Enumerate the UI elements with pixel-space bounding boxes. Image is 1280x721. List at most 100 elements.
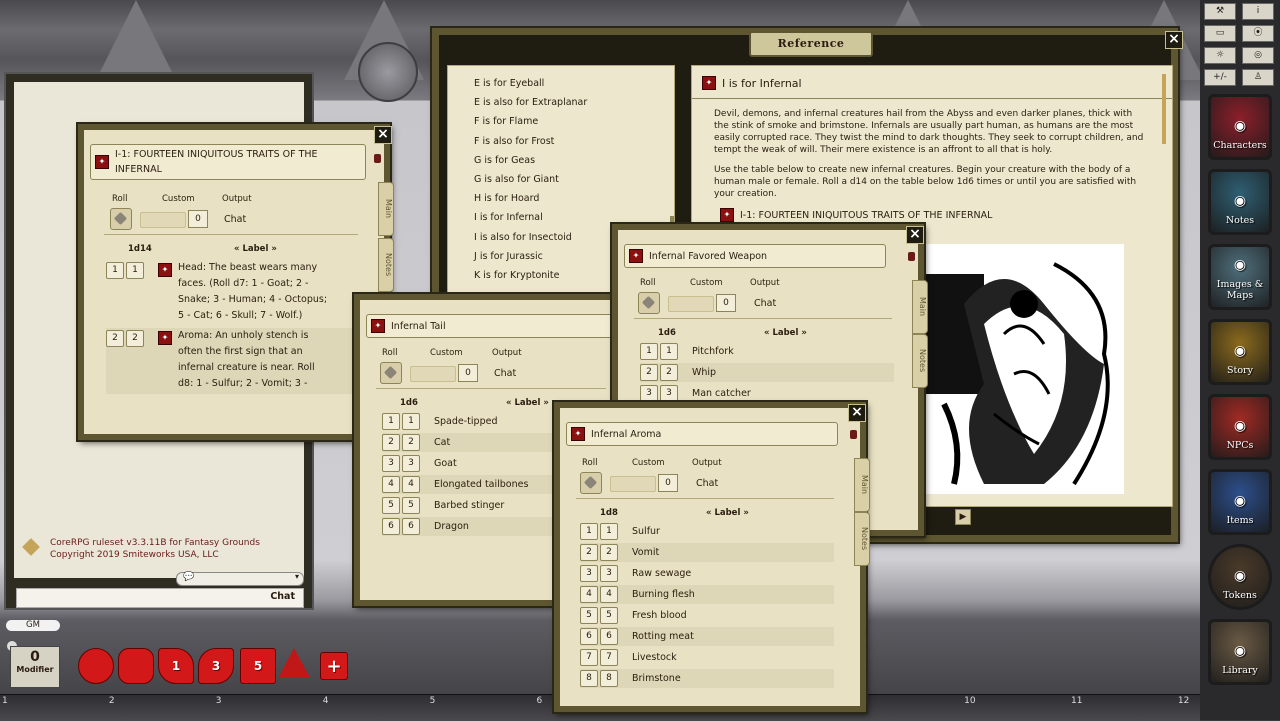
gm-identity[interactable]: GM [6, 620, 60, 631]
custom-modifier[interactable]: 0 [188, 210, 208, 228]
row-label[interactable]: Dragon [434, 521, 469, 532]
figure-icon[interactable]: ♙ [1242, 69, 1274, 86]
play-icon[interactable]: ▶ [955, 509, 971, 525]
tab-notes[interactable]: Notes [854, 512, 870, 566]
row-label[interactable]: Burning flesh [632, 589, 695, 600]
range-to[interactable]: 6 [600, 628, 618, 645]
table-row[interactable]: 6 6 Rotting meat [580, 627, 834, 646]
table-row[interactable]: 5 5 Fresh blood [580, 606, 834, 625]
index-item[interactable]: I is also for Insectoid [474, 232, 587, 251]
index-item[interactable]: I is for Infernal [474, 212, 587, 231]
row-label[interactable]: Head: The beast wears many faces. (Roll … [178, 260, 328, 324]
info-icon[interactable]: i [1242, 3, 1274, 20]
range-to[interactable]: 4 [600, 586, 618, 603]
d6-die-icon[interactable]: 5 [240, 648, 276, 684]
range-to[interactable]: 1 [660, 343, 678, 360]
camera-icon[interactable]: ⦿ [1242, 25, 1274, 42]
custom-modifier[interactable]: 0 [658, 474, 678, 492]
roll-button[interactable] [580, 472, 602, 494]
row-label[interactable]: Goat [434, 458, 457, 469]
table-link-icon[interactable]: ✦ [158, 331, 172, 345]
index-item[interactable]: E is for Eyeball [474, 78, 587, 97]
table-row[interactable]: 2 2 Whip [640, 363, 894, 382]
chat-mode-select[interactable]: 💬 ▾ [176, 572, 304, 586]
tab-notes[interactable]: Notes [912, 334, 928, 388]
tail-title[interactable]: Infernal Tail [391, 321, 446, 332]
row-label[interactable]: Elongated tailbones [434, 479, 528, 490]
custom-dice-field[interactable] [610, 476, 656, 492]
close-icon[interactable]: × [1165, 31, 1183, 49]
range-from[interactable]: 1 [640, 343, 658, 360]
close-icon[interactable]: × [906, 226, 924, 244]
range-to[interactable]: 2 [600, 544, 618, 561]
range-from[interactable]: 3 [640, 385, 658, 402]
index-item[interactable]: G is also for Giant [474, 174, 587, 193]
weapon-title[interactable]: Infernal Favored Weapon [649, 251, 767, 262]
row-label[interactable]: Brimstone [632, 673, 681, 684]
close-icon[interactable]: × [374, 126, 392, 144]
modifier-icon[interactable]: +/- [1204, 69, 1236, 86]
row-label[interactable]: Cat [434, 437, 450, 448]
row-label[interactable]: Spade-tipped [434, 416, 498, 427]
aroma-title[interactable]: Infernal Aroma [591, 429, 661, 440]
tab-main[interactable]: Main [912, 280, 928, 334]
row-label[interactable]: Barbed stinger [434, 500, 504, 511]
index-item[interactable]: J is for Jurassic [474, 251, 587, 270]
index-item[interactable]: K is for Kryptonite [474, 270, 587, 289]
table-row[interactable]: 2 2 ✦ Aroma: An unholy stench is often the … [106, 328, 362, 394]
row-label[interactable]: Man catcher [692, 388, 751, 399]
die-header[interactable]: 1d6 [400, 398, 418, 408]
row-label[interactable]: Pitchfork [692, 346, 734, 357]
index-item[interactable]: H is for Hoard [474, 193, 587, 212]
row-label[interactable]: Fresh blood [632, 610, 687, 621]
output-select[interactable]: Chat [494, 368, 516, 379]
range-to[interactable]: 3 [660, 385, 678, 402]
custom-modifier[interactable]: 0 [716, 294, 736, 312]
range-to[interactable]: 3 [600, 565, 618, 582]
row-label[interactable]: Rotting meat [632, 631, 694, 642]
d10-die-icon[interactable]: 1 [158, 648, 194, 684]
range-from[interactable]: 6 [580, 628, 598, 645]
roll-button[interactable] [380, 362, 402, 384]
lock-icon[interactable] [374, 154, 381, 163]
table-row[interactable]: 2 2 Vomit [580, 543, 834, 562]
tab-main[interactable]: Main [378, 182, 394, 236]
range-to[interactable]: 2 [126, 330, 144, 347]
custom-dice-field[interactable] [410, 366, 456, 382]
chat-input[interactable]: Chat [16, 588, 304, 608]
range-from[interactable]: 2 [106, 330, 124, 347]
index-item[interactable]: G is for Geas [474, 155, 587, 174]
range-from[interactable]: 5 [580, 607, 598, 624]
sidebar-item-story[interactable]: ◉ Story [1208, 319, 1272, 385]
range-from[interactable]: 2 [640, 364, 658, 381]
range-from[interactable]: 5 [382, 497, 400, 514]
range-from[interactable]: 4 [580, 586, 598, 603]
range-to[interactable]: 7 [600, 649, 618, 666]
tab-main[interactable]: Main [854, 458, 870, 512]
range-to[interactable]: 5 [600, 607, 618, 624]
die-header[interactable]: 1d8 [600, 508, 618, 518]
range-to[interactable]: 1 [402, 413, 420, 430]
roll-button[interactable] [110, 208, 132, 230]
label-header[interactable]: « Label » [706, 508, 749, 518]
d12-die-icon[interactable] [118, 648, 154, 684]
range-to[interactable]: 2 [660, 364, 678, 381]
table-row[interactable]: 3 3 Raw sewage [580, 564, 834, 583]
sidebar-item-tokens[interactable]: ◉ Tokens [1208, 544, 1272, 610]
traits-title[interactable]: I-1: FOURTEEN INIQUITOUS TRAITS OF THE I… [115, 147, 365, 177]
add-die-icon[interactable]: + [320, 652, 348, 680]
die-header[interactable]: 1d6 [658, 328, 676, 338]
custom-dice-field[interactable] [668, 296, 714, 312]
output-select[interactable]: Chat [754, 298, 776, 309]
range-from[interactable]: 3 [382, 455, 400, 472]
table-row[interactable]: 7 7 Livestock [580, 648, 834, 667]
range-from[interactable]: 2 [580, 544, 598, 561]
range-from[interactable]: 6 [382, 518, 400, 535]
range-from[interactable]: 8 [580, 670, 598, 687]
label-header[interactable]: « Label » [764, 328, 807, 338]
range-to[interactable]: 4 [402, 476, 420, 493]
row-label[interactable]: Whip [692, 367, 716, 378]
d4-die-icon[interactable] [278, 648, 310, 678]
index-item[interactable]: F is also for Frost [474, 136, 587, 155]
sidebar-item-characters[interactable]: ◉ Characters [1208, 94, 1272, 160]
